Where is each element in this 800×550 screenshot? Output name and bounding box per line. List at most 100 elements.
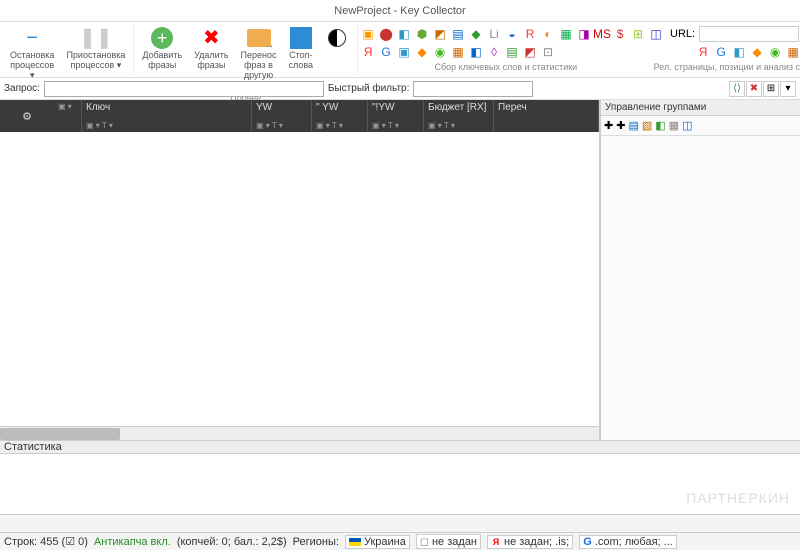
bottom-tabs [0, 514, 800, 532]
filter-buttons: ⟨⟩ ✖ ⊞ ▾ [729, 81, 796, 97]
region-chip[interactable]: Украина [345, 535, 410, 549]
col-key[interactable]: Ключ▣ ▾ T ▾ [82, 100, 252, 132]
region-chip[interactable]: G.com; любая; ... [579, 535, 677, 549]
toolbar-strip: ▣ ⬤ ◧ ⬢ ◩ ▤ ◆ Li ◒ R ◐ ▦ ◨ MS $ ⊞ ◫ URL:… [358, 24, 800, 74]
tool-icon[interactable]: ⊡ [540, 44, 556, 60]
flag-ua-icon [349, 538, 361, 546]
main: ⚙ ▣ ▾ Ключ▣ ▾ T ▾ YW▣ ▾ T ▾ " YW▣ ▾ T ▾ … [0, 100, 800, 440]
h-scrollbar[interactable] [0, 426, 599, 440]
region-chip[interactable]: ◻не задан [416, 534, 481, 549]
tool-icon[interactable]: R [522, 26, 538, 42]
tool-icon[interactable]: ◩ [432, 26, 448, 42]
tool-icon[interactable]: Li [486, 26, 502, 42]
settings-icon[interactable]: ⚙ [0, 100, 54, 132]
url-input[interactable] [699, 26, 799, 42]
fastfilter-input[interactable] [413, 81, 533, 97]
titlebar: NewProject - Key Collector [0, 0, 800, 22]
url-box: URL: 💡 [670, 26, 800, 42]
window-title: NewProject - Key Collector [0, 5, 800, 17]
tool-icon[interactable]: ◧ [468, 44, 484, 60]
query-label: Запрос: [4, 83, 40, 94]
grid-header: ⚙ ▣ ▾ Ключ▣ ▾ T ▾ YW▣ ▾ T ▾ " YW▣ ▾ T ▾ … [0, 100, 599, 132]
group-tree [601, 136, 800, 440]
side-title: Управление группами [601, 100, 800, 116]
tool-icon[interactable]: ⬤ [378, 26, 394, 42]
col-budget[interactable]: Бюджет [RX]▣ ▾ T ▾ [424, 100, 494, 132]
tool-icon[interactable]: ▤ [628, 119, 638, 132]
bw-icon [325, 26, 349, 50]
add-group-icon[interactable]: ✚ [616, 119, 625, 132]
tool-icon[interactable]: ▤ [504, 44, 520, 60]
tool-icon[interactable]: ◩ [522, 44, 538, 60]
tool-icon[interactable]: ◊ [486, 44, 502, 60]
tool-icon[interactable]: ▦ [669, 119, 679, 132]
tool-icon[interactable]: ◒ [504, 26, 520, 42]
filter-btn[interactable]: ⊞ [763, 81, 779, 97]
tool-icon[interactable]: ◆ [414, 44, 430, 60]
plus-icon: + [150, 26, 174, 50]
tool-icon[interactable]: G [713, 44, 729, 60]
col-last[interactable]: Переч [494, 100, 599, 132]
filter-btn[interactable]: ⟨⟩ [729, 81, 745, 97]
statusbar: Строк: 455 (☑ 0) Антикапча вкл. (копчей:… [0, 532, 800, 550]
tool-icon[interactable]: ◧ [731, 44, 747, 60]
tool-icon[interactable]: ◉ [767, 44, 783, 60]
tool-icon[interactable]: ⊞ [630, 26, 646, 42]
tool-icon[interactable]: ▤ [450, 26, 466, 42]
tool-icon[interactable]: Я [695, 44, 711, 60]
region-chip[interactable]: Яне задан; .is; [487, 535, 573, 549]
stop-processes-button[interactable]: −Остановка процессов ▾ [6, 24, 58, 83]
query-input[interactable] [44, 81, 324, 97]
col-yw[interactable]: YW▣ ▾ T ▾ [252, 100, 312, 132]
tool-icon[interactable]: ◨ [576, 26, 592, 42]
pause-processes-button[interactable]: ❚❚Приостановка процессов ▾ [62, 24, 129, 83]
ribbon-group-process: −Остановка процессов ▾ ❚❚Приостановка пр… [2, 24, 134, 75]
fastfilter-label: Быстрый фильтр: [328, 83, 409, 94]
ribbon: −Остановка процессов ▾ ❚❚Приостановка пр… [0, 22, 800, 78]
minus-icon: − [20, 26, 44, 50]
pause-icon: ❚❚ [84, 26, 108, 50]
col-checkbox[interactable]: ▣ ▾ [54, 100, 82, 132]
tool-icon[interactable]: ◆ [468, 26, 484, 42]
col-yw3[interactable]: "!YW▣ ▾ T ▾ [368, 100, 424, 132]
stop-icon [289, 26, 313, 50]
delete-icon: ✖ [199, 26, 223, 50]
yandex-icon: Я [491, 537, 501, 547]
tool-icon[interactable]: ▦ [450, 44, 466, 60]
url-note: Рел. страницы, позиции и анализ сайта [654, 62, 800, 72]
strip-label: Сбор ключевых слов и статистики [360, 62, 652, 72]
url-label: URL: [670, 28, 695, 40]
add-group-icon[interactable]: ✚ [604, 119, 613, 132]
tool-icon[interactable]: ◫ [682, 119, 692, 132]
row-count: Строк: 455 (☑ 0) [4, 535, 88, 548]
balance: (копчей: 0; бал.: 2,2$) [177, 536, 287, 548]
tool-icon[interactable]: ◆ [749, 44, 765, 60]
tool-icon[interactable]: ◧ [396, 26, 412, 42]
tool-icon[interactable]: ▦ [558, 26, 574, 42]
tool-icon[interactable]: ▧ [642, 119, 652, 132]
col-yw2[interactable]: " YW▣ ▾ T ▾ [312, 100, 368, 132]
tool-icon[interactable]: ◧ [655, 119, 665, 132]
tool-icon[interactable]: ◉ [432, 44, 448, 60]
tool-icon[interactable]: ◐ [540, 26, 556, 42]
regions-label: Регионы: [293, 536, 339, 548]
tool-icon[interactable]: MS [594, 26, 610, 42]
filter-row: Запрос: Быстрый фильтр: ⟨⟩ ✖ ⊞ ▾ [0, 78, 800, 100]
tool-icon[interactable]: ⬢ [414, 26, 430, 42]
filter-btn[interactable]: ▾ [780, 81, 796, 97]
captcha-status: Антикапча вкл. [94, 536, 171, 548]
stats-header: Статистика [0, 440, 800, 454]
tool-icon[interactable]: $ [612, 26, 628, 42]
tool-icon[interactable]: ▣ [360, 26, 376, 42]
google-icon: G [583, 536, 592, 548]
tool-icon[interactable]: Я [360, 44, 376, 60]
tool-icon[interactable]: ◫ [648, 26, 664, 42]
tool-icon[interactable]: ▣ [396, 44, 412, 60]
tool-icon[interactable]: G [378, 44, 394, 60]
grid-body[interactable] [0, 132, 599, 426]
tool-icon[interactable]: ▦ [785, 44, 800, 60]
side-tools: ✚ ✚ ▤ ▧ ◧ ▦ ◫ [601, 116, 800, 136]
watermark: ПАРТНЕРКИН [686, 490, 790, 506]
stats-body: ПАРТНЕРКИН [0, 454, 800, 514]
filter-btn[interactable]: ✖ [746, 81, 762, 97]
